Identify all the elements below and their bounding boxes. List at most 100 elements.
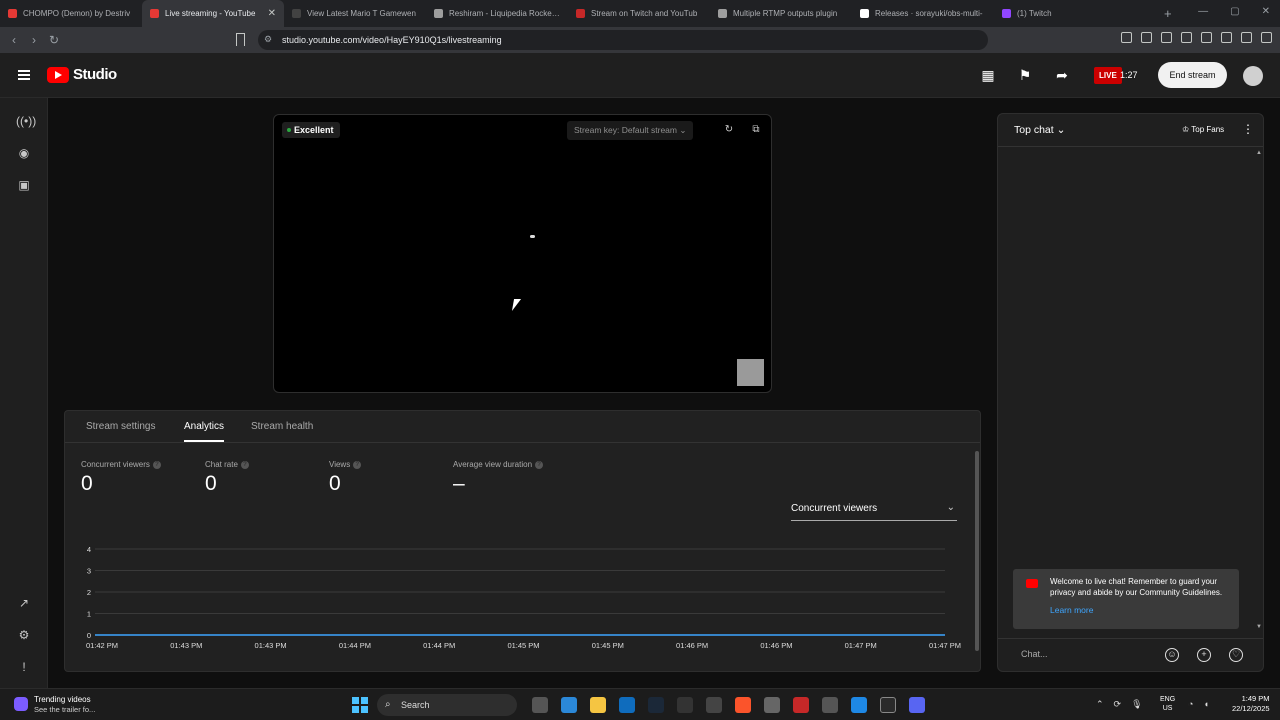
bookmark-flag-icon[interactable]: ⚑: [1017, 68, 1033, 82]
browser-tab[interactable]: Stream on Twitch and YouTub: [568, 0, 710, 27]
discord-icon[interactable]: [909, 697, 925, 713]
studio-logo[interactable]: Studio: [47, 66, 117, 83]
task-view-icon[interactable]: [532, 697, 548, 713]
minimize-icon[interactable]: —: [1198, 6, 1208, 17]
x-tick-label: 01:46 PM: [676, 641, 708, 650]
stream-preview[interactable]: Excellent Stream key: Default stream ⌄ ↻…: [273, 114, 772, 393]
chat-input[interactable]: Chat...: [1021, 649, 1048, 659]
tab-favicon: [434, 9, 443, 18]
live-badge: LIVE: [1094, 67, 1122, 84]
browser-tab[interactable]: Reshiram - Liquipedia Rocket L: [426, 0, 568, 27]
bookmark-icon[interactable]: [236, 33, 245, 46]
copy-icon[interactable]: ⧉: [748, 122, 764, 138]
wifi-icon[interactable]: ◔: [1188, 699, 1193, 709]
tab-title: Live streaming - YouTube: [165, 9, 256, 18]
microphone-icon[interactable]: 🎙: [1131, 699, 1142, 710]
search-icon: ⌕: [385, 699, 391, 710]
steam-icon[interactable]: [648, 697, 664, 713]
gear-icon[interactable]: ⚙: [16, 628, 32, 642]
close-tab-icon[interactable]: ✕: [268, 8, 276, 19]
app-icon[interactable]: [822, 697, 838, 713]
youtube-icon: [1026, 579, 1038, 588]
back-icon[interactable]: ‹: [4, 33, 24, 47]
clock[interactable]: 1:49 PM 22/12/2025: [1232, 694, 1270, 714]
vegas-icon[interactable]: [851, 697, 867, 713]
windows-start-icon[interactable]: [352, 697, 368, 713]
widget-icon: [14, 697, 28, 711]
window-controls: — ▢ ✕: [1198, 6, 1270, 17]
x-tick-label: 01:43 PM: [170, 641, 202, 650]
more-options-icon[interactable]: ⋮: [1242, 122, 1254, 136]
reload-icon[interactable]: ↻: [44, 33, 64, 47]
system-tray: ⌃ ⟳ 🎙: [1096, 699, 1143, 710]
app-icon[interactable]: [764, 697, 780, 713]
stream-key-dropdown[interactable]: Stream key: Default stream ⌄: [567, 121, 694, 140]
sync-icon[interactable]: ⟳: [1114, 699, 1122, 710]
browser-tab[interactable]: (1) Twitch: [994, 0, 1136, 27]
chevron-up-icon[interactable]: ⌃: [1096, 699, 1104, 710]
avatar[interactable]: [1243, 66, 1263, 86]
learn-more-link[interactable]: Learn more: [1050, 605, 1093, 615]
y-tick-label: 0: [87, 631, 91, 640]
y-tick-label: 2: [87, 588, 91, 597]
top-chat-dropdown[interactable]: Top chat ⌄: [1014, 124, 1065, 136]
taskbar-search[interactable]: ⌕ Search: [377, 694, 517, 716]
stream-broadcast-icon[interactable]: ((•)): [16, 114, 36, 128]
panel-scrollbar[interactable]: [975, 451, 979, 651]
browser-tab[interactable]: Releases · sorayuki/obs-multi-: [852, 0, 994, 27]
top-fans-button[interactable]: ♔ Top Fans: [1182, 125, 1224, 134]
emoji-icon[interactable]: ☺: [1165, 648, 1179, 662]
clapperboard-icon[interactable]: ▦: [980, 68, 996, 82]
vpn-icon[interactable]: [1241, 32, 1252, 43]
download-icon[interactable]: [1161, 32, 1172, 43]
chevron-down-icon: ⌄: [1056, 124, 1066, 136]
open-external-icon[interactable]: ↗: [16, 596, 32, 610]
browser-tab[interactable]: Multiple RTMP outputs plugin: [710, 0, 852, 27]
url-text: studio.youtube.com/video/HayEY910Q1s/liv…: [282, 35, 502, 45]
x-tick-label: 01:42 PM: [86, 641, 118, 650]
media-icon[interactable]: [1181, 32, 1192, 43]
browser-tab[interactable]: CHOMPO (Demon) by Destriv: [0, 0, 142, 27]
wallet-icon[interactable]: [1221, 32, 1232, 43]
x-tick-label: 01:44 PM: [339, 641, 371, 650]
browser-tab[interactable]: View Latest Mario T Gamewen: [284, 0, 426, 27]
end-stream-button[interactable]: End stream: [1158, 62, 1227, 88]
volume-icon[interactable]: ◖: [1203, 699, 1208, 709]
hamburger-menu-icon[interactable]: [18, 70, 30, 80]
file-explorer-icon[interactable]: [590, 697, 606, 713]
browser-tab-active[interactable]: Live streaming - YouTube ✕: [142, 0, 284, 27]
scroll-down-icon[interactable]: ▼: [1256, 624, 1262, 630]
tab-favicon: [1002, 9, 1011, 18]
obs-icon[interactable]: [880, 697, 896, 713]
extensions-icon[interactable]: [1121, 32, 1132, 43]
brave-icon[interactable]: [735, 697, 751, 713]
screenshot-icon[interactable]: [1141, 32, 1152, 43]
sidebar-icon[interactable]: [1201, 32, 1212, 43]
app-icon[interactable]: [677, 697, 693, 713]
share-icon[interactable]: ➦: [1054, 68, 1070, 82]
add-icon[interactable]: +: [1197, 648, 1211, 662]
clock-date: 22/12/2025: [1232, 704, 1270, 713]
heart-icon[interactable]: ♡: [1229, 648, 1243, 662]
tab-favicon: [576, 9, 585, 18]
feedback-icon[interactable]: !: [16, 660, 32, 674]
chat-header: Top chat ⌄ ♔ Top Fans ⋮: [998, 114, 1263, 147]
refresh-icon[interactable]: ↻: [721, 122, 737, 138]
new-tab-icon[interactable]: +: [1164, 6, 1172, 21]
outlook-icon[interactable]: [619, 697, 635, 713]
app-icon[interactable]: [793, 697, 809, 713]
url-field[interactable]: ⚙ studio.youtube.com/video/HayEY910Q1s/l…: [258, 30, 988, 50]
language-indicator[interactable]: ENG US: [1160, 695, 1175, 713]
app-icon[interactable]: [706, 697, 722, 713]
preview-thumbnail: [737, 359, 764, 386]
forward-icon[interactable]: ›: [24, 33, 44, 47]
menu-icon[interactable]: [1261, 32, 1272, 43]
crown-icon: ♔: [1182, 125, 1190, 134]
maximize-icon[interactable]: ▢: [1230, 6, 1239, 17]
calendar-icon[interactable]: ▣: [16, 178, 32, 192]
copilot-icon[interactable]: [561, 697, 577, 713]
camera-icon[interactable]: ◉: [16, 146, 32, 160]
close-window-icon[interactable]: ✕: [1262, 6, 1270, 17]
site-info-icon[interactable]: ⚙: [264, 34, 272, 45]
scroll-up-icon[interactable]: ▲: [1256, 150, 1262, 156]
